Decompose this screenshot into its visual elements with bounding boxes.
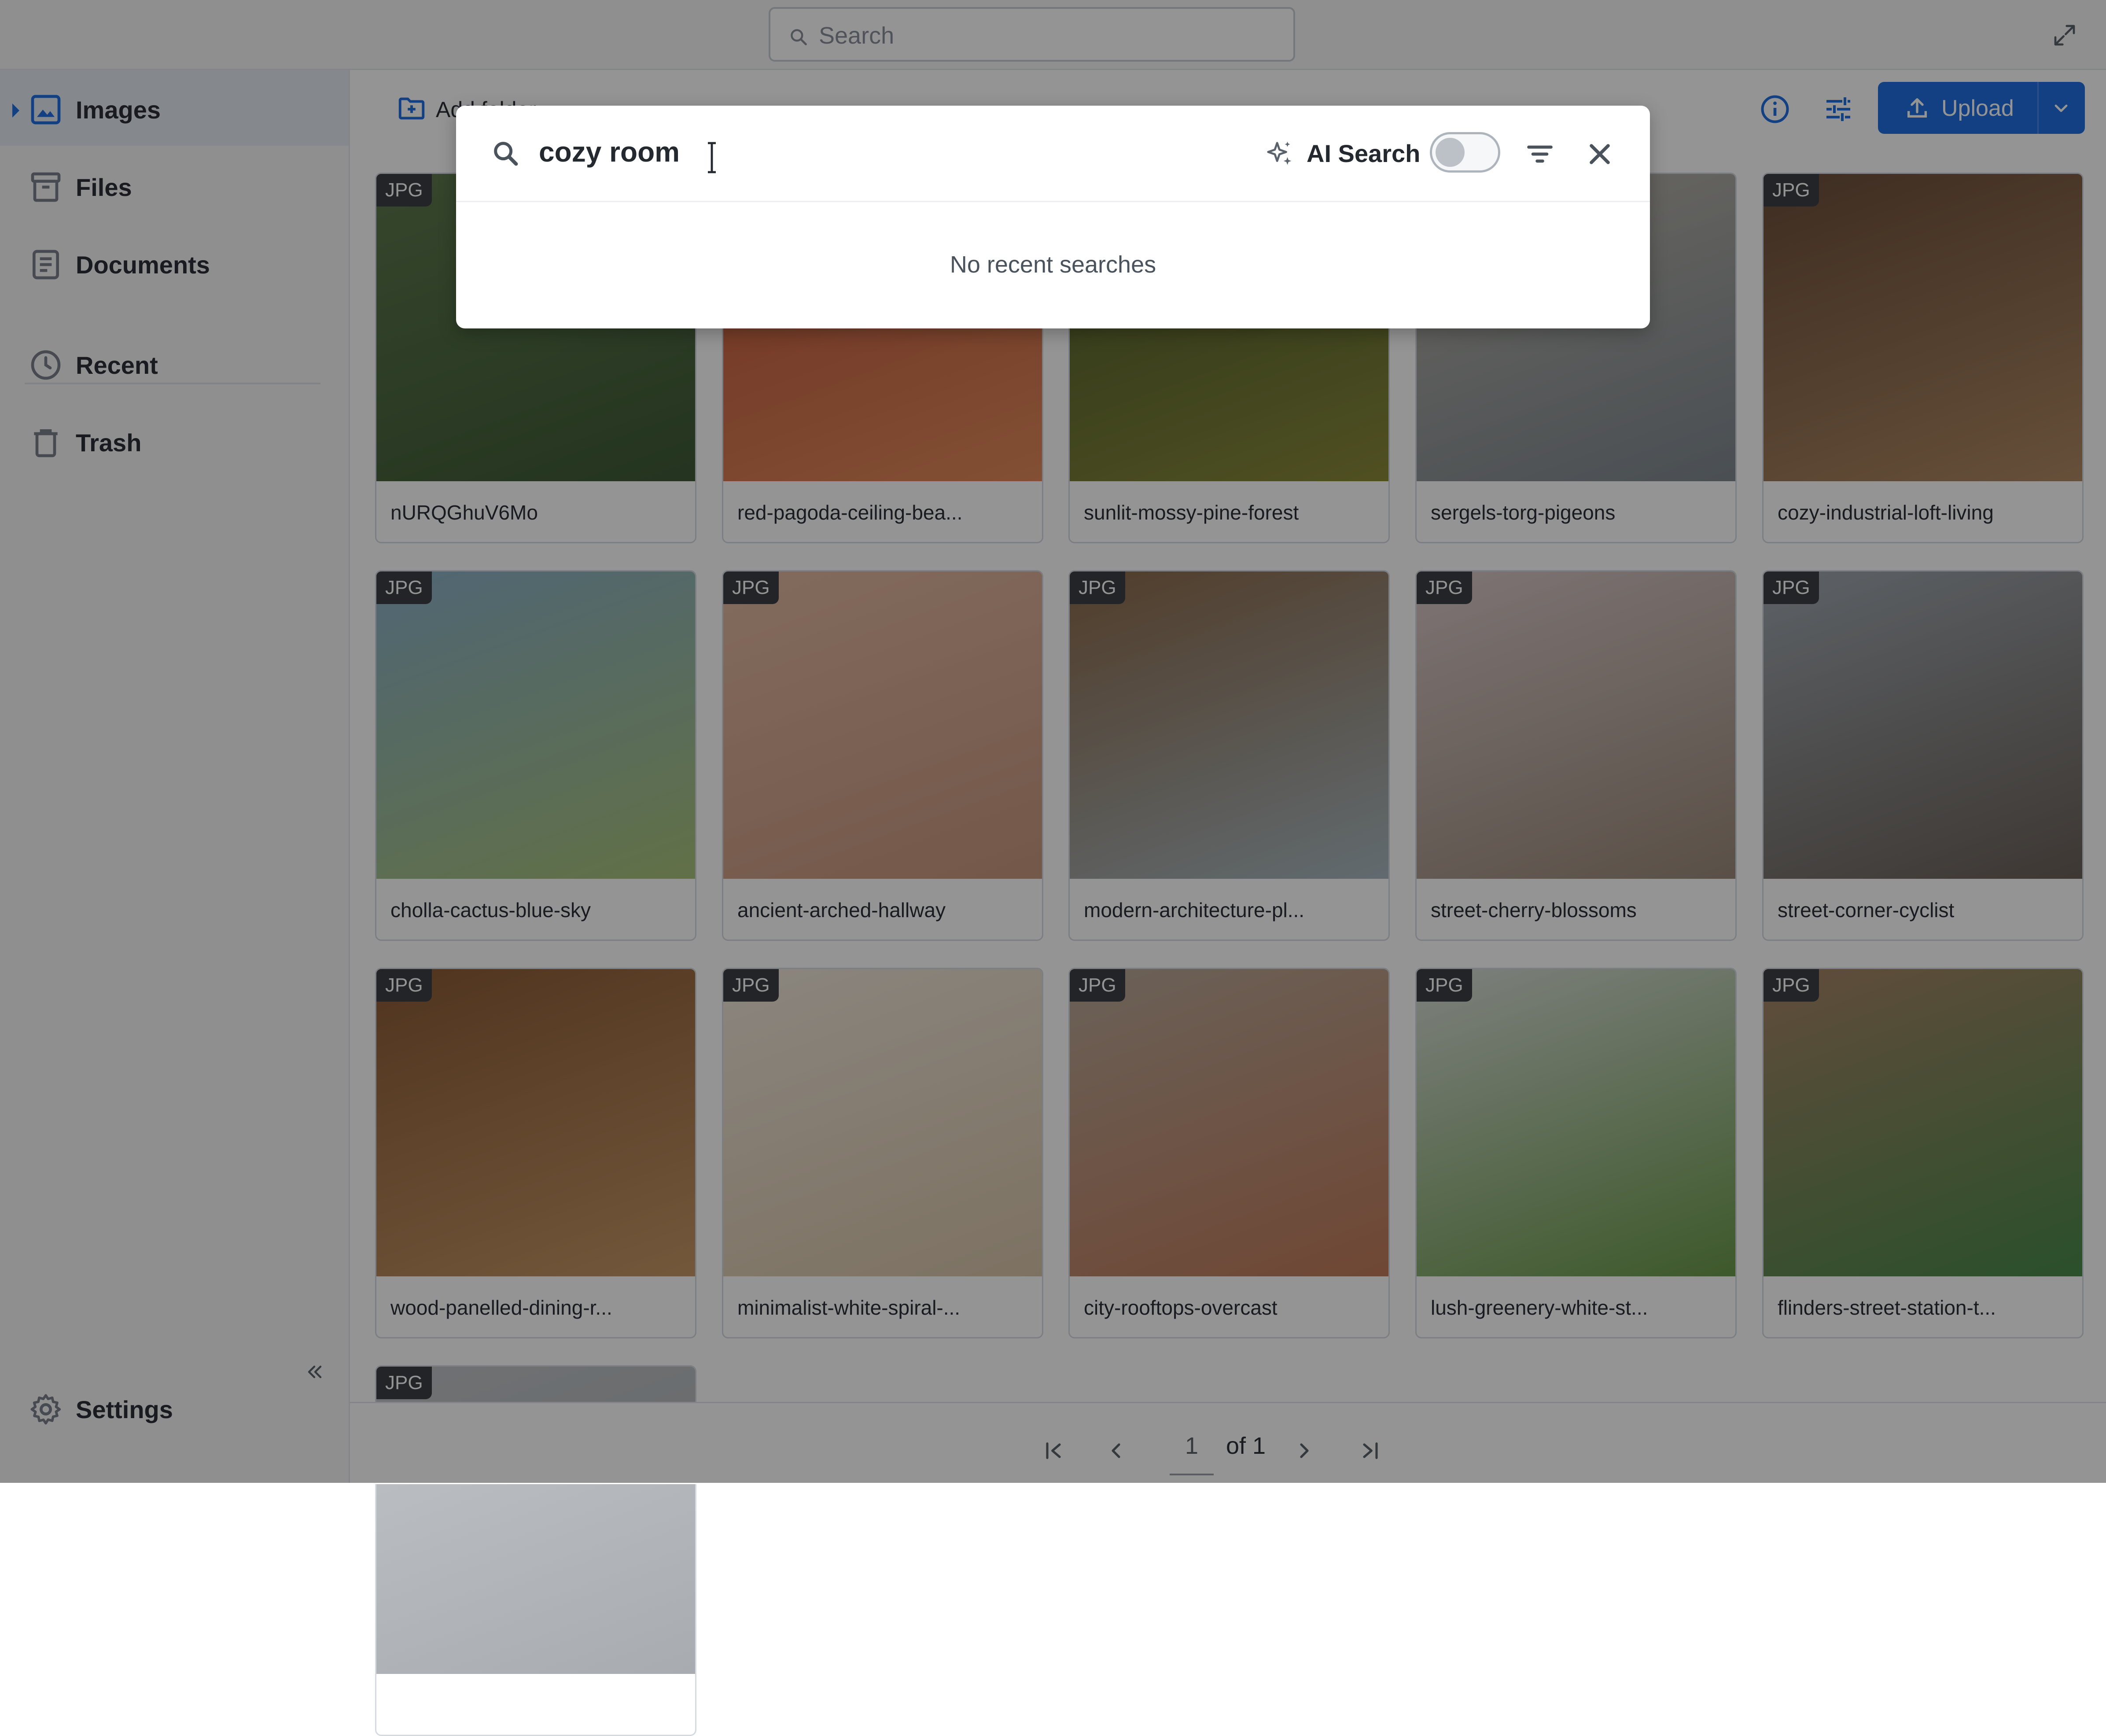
sparkle-icon — [1267, 141, 1292, 165]
search-query-input[interactable]: cozy room — [539, 136, 680, 168]
text-cursor-icon — [708, 142, 716, 173]
search-dialog-divider — [456, 201, 1650, 202]
filter-icon[interactable] — [1523, 137, 1557, 171]
search-dialog: cozy room AI Search No recent searches — [456, 106, 1650, 328]
toggle-knob — [1436, 138, 1465, 167]
ai-search-toggle[interactable] — [1430, 132, 1500, 173]
close-icon[interactable] — [1583, 137, 1616, 171]
search-icon — [494, 142, 518, 166]
no-recent-searches-message: No recent searches — [950, 251, 1156, 278]
ai-search-label: AI Search — [1307, 140, 1421, 167]
